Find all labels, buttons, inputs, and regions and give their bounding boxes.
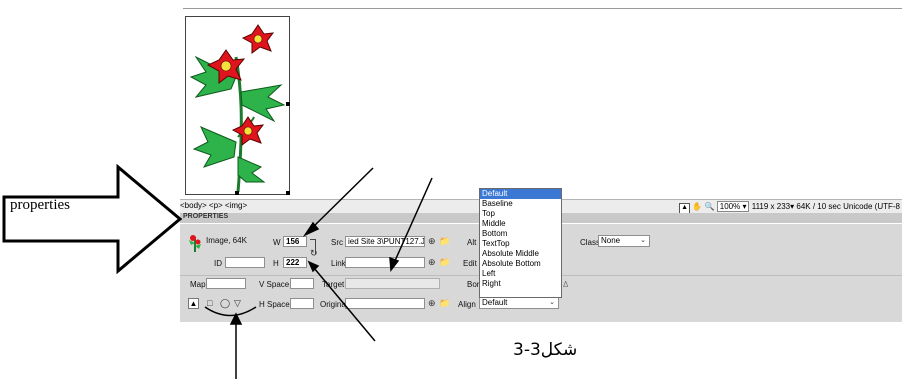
annotation-overlay bbox=[2, 163, 433, 379]
arrow-to-height bbox=[313, 267, 376, 342]
figure-caption: شكل3-3 bbox=[513, 340, 578, 360]
properties-callout-label: properties bbox=[10, 197, 70, 213]
arrow-to-width bbox=[310, 167, 374, 230]
arrow-to-link bbox=[393, 177, 433, 264]
callout-arrow-shape bbox=[2, 163, 183, 275]
hotspot-brace bbox=[204, 306, 257, 317]
